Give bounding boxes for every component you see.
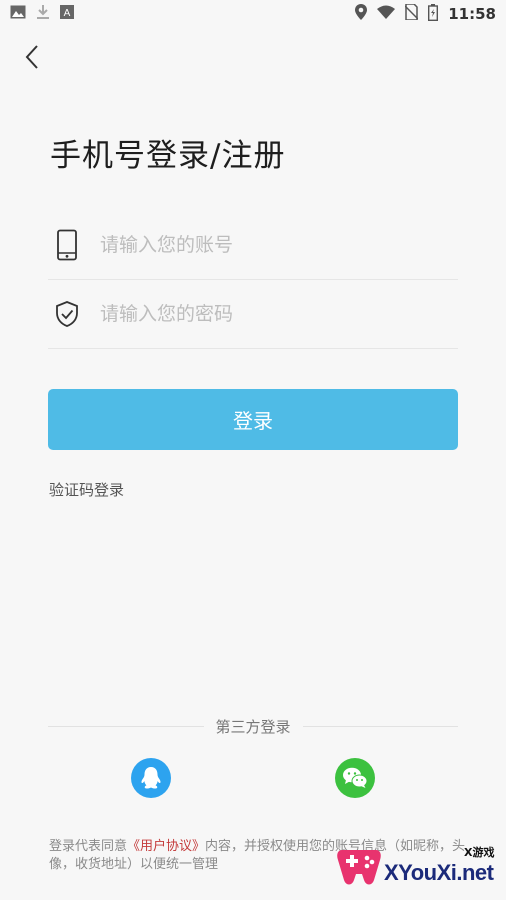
divider-line-left (48, 725, 204, 727)
agreement-prefix: 登录代表同意 (49, 839, 128, 854)
watermark-small-text: X游戏 (464, 846, 495, 859)
image-icon (10, 5, 26, 23)
login-button[interactable]: 登录 (48, 389, 458, 450)
status-right: 11:58 (355, 3, 496, 25)
back-button[interactable] (18, 42, 46, 72)
watermark-text: XYouXi.net (384, 860, 494, 885)
account-field (48, 211, 458, 280)
status-time: 11:58 (448, 5, 496, 23)
phone-icon (50, 228, 84, 262)
account-input[interactable] (98, 233, 432, 257)
gamepad-logo-icon (336, 844, 382, 888)
svg-text:A: A (64, 8, 71, 19)
divider-line-right (302, 725, 459, 727)
wifi-icon (377, 5, 396, 23)
password-field (48, 280, 458, 349)
wechat-login-button[interactable] (335, 758, 375, 798)
page-title: 手机号登录/注册 (50, 138, 286, 174)
chevron-left-icon (25, 45, 38, 69)
a-icon: A (60, 5, 74, 23)
shield-check-icon (50, 297, 84, 331)
user-agreement-link[interactable]: 《用户协议》 (127, 839, 205, 854)
third-party-label: 第三方登录 (215, 717, 291, 736)
status-bar: A 11:58 (0, 0, 506, 28)
third-party-divider: 第三方登录 (48, 714, 459, 738)
location-icon (355, 4, 368, 24)
status-left: A (10, 4, 74, 24)
sms-login-link[interactable]: 验证码登录 (49, 479, 124, 500)
download-icon (36, 4, 50, 24)
watermark: X游戏 XYouXi.net (336, 838, 506, 896)
qq-login-button[interactable] (131, 758, 171, 798)
no-sim-icon (404, 3, 419, 24)
battery-icon (428, 3, 439, 25)
qq-icon (141, 767, 161, 789)
wechat-icon (343, 767, 368, 788)
password-input[interactable] (98, 302, 432, 326)
